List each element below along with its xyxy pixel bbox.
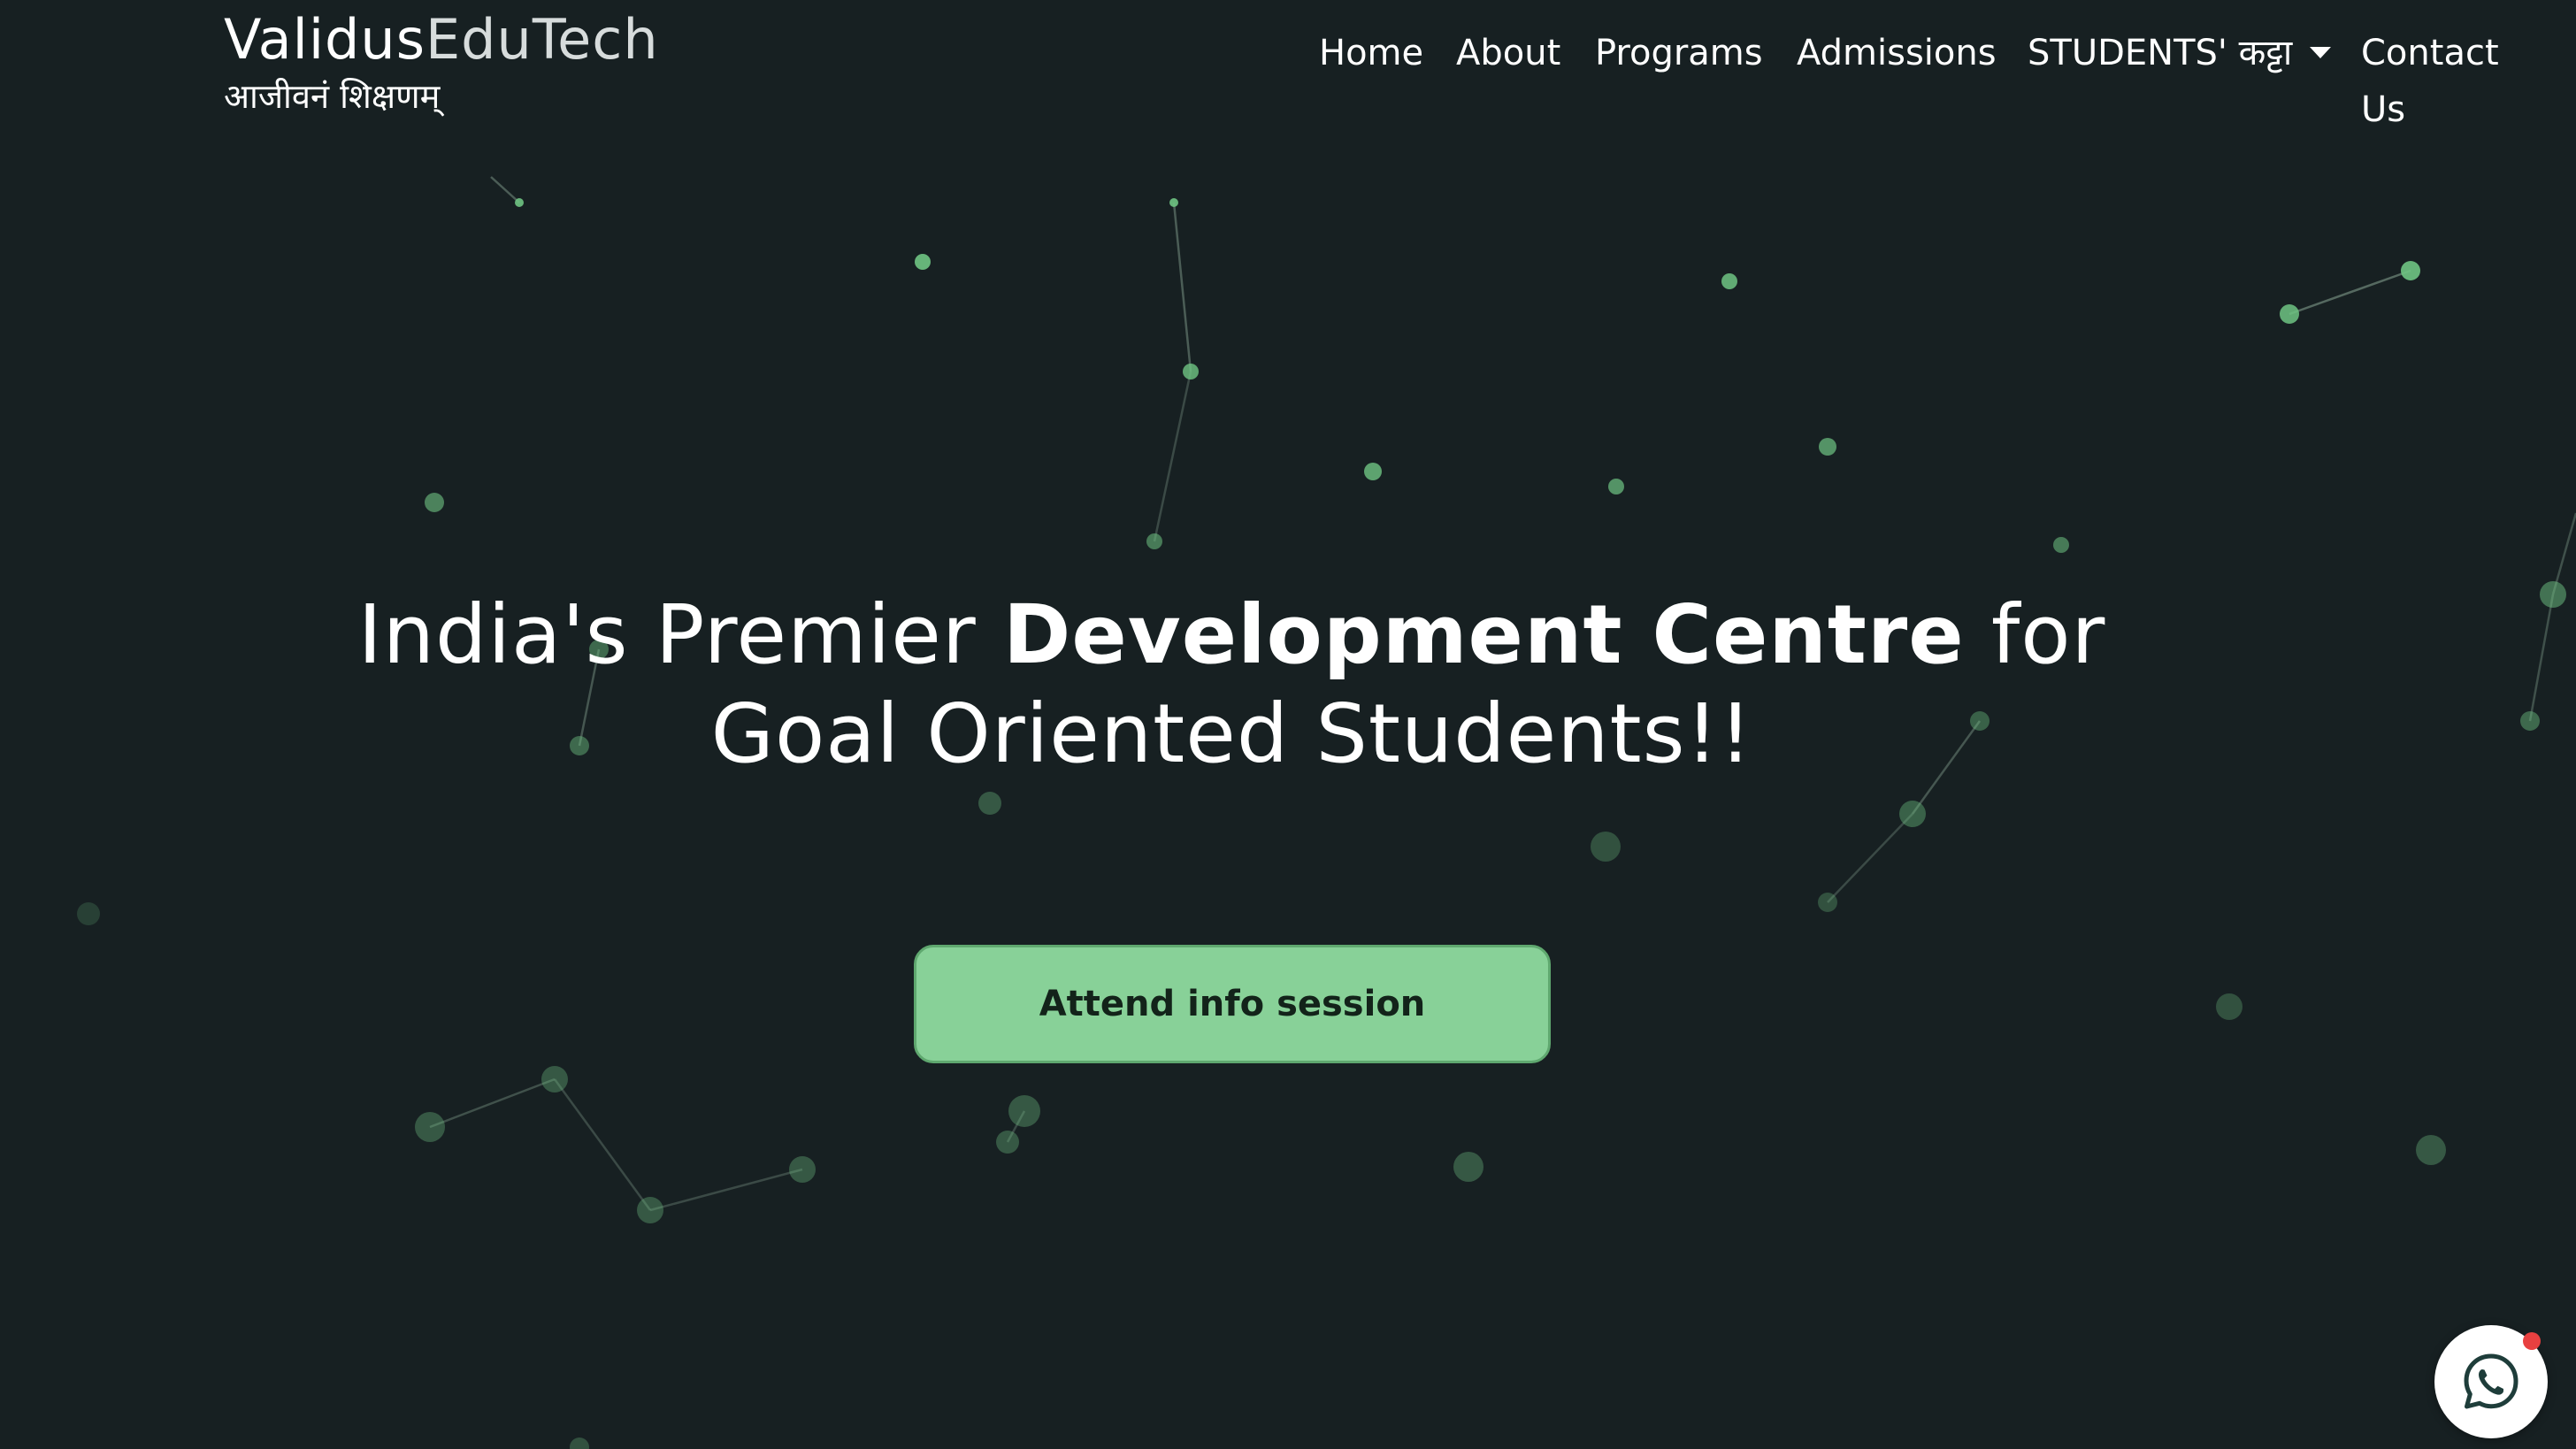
- nav-programs[interactable]: Programs: [1595, 25, 1763, 81]
- hero-title-part2: for: [1964, 586, 2106, 682]
- particle-dot: [637, 1197, 663, 1223]
- particle-dot: [2053, 537, 2069, 553]
- particle-link: [490, 176, 520, 203]
- main-nav: Home About Programs Admissions STUDENTS'…: [1307, 25, 2528, 149]
- particle-dot: [1453, 1152, 1484, 1182]
- hero-title: India's Premier Development Centre for G…: [0, 586, 2464, 784]
- particle-dot: [789, 1156, 816, 1183]
- particle-dot: [570, 1438, 589, 1449]
- particle-link: [429, 1077, 556, 1129]
- nav-admissions[interactable]: Admissions: [1797, 25, 1997, 81]
- particle-dot: [415, 1112, 445, 1142]
- particle-dot: [978, 792, 1001, 815]
- particle-link: [649, 1168, 803, 1212]
- particle-dot: [1008, 1095, 1040, 1127]
- particle-dot: [2540, 581, 2566, 608]
- caret-down-icon: [2310, 46, 2332, 58]
- particle-link: [1827, 813, 1913, 903]
- particle-dot: [2216, 993, 2242, 1020]
- particle-link: [1172, 202, 1192, 372]
- particle-link: [553, 1078, 652, 1211]
- site-logo[interactable]: ValidusEduTech आजीवनं शिक्षणम्: [224, 7, 659, 117]
- whatsapp-chat-button[interactable]: [2434, 1325, 2548, 1438]
- hero-title-bold: Development Centre: [1002, 586, 1965, 682]
- nav-students-katta-label: STUDENTS' कट्टा: [2028, 33, 2293, 73]
- nav-contact-label-line2: Us: [2361, 89, 2406, 130]
- particle-dot: [996, 1131, 1019, 1154]
- particle-dot: [1364, 463, 1382, 480]
- particle-dot: [915, 254, 931, 270]
- particle-dot: [515, 198, 524, 207]
- particle-dot: [1819, 438, 1836, 456]
- attend-info-session-button[interactable]: Attend info session: [914, 945, 1551, 1063]
- hero-title-part1: India's Premier: [357, 586, 1003, 682]
- particle-link: [2528, 594, 2555, 722]
- particle-dot: [1608, 479, 1624, 494]
- particle-link: [2288, 269, 2411, 316]
- particle-dot: [2401, 261, 2420, 280]
- notification-dot: [2523, 1332, 2541, 1350]
- brand-name-primary: Validus: [224, 7, 426, 72]
- hero-title-line2: Goal Oriented Students!!: [710, 686, 1753, 781]
- particle-dot: [1146, 533, 1162, 549]
- nav-home[interactable]: Home: [1319, 25, 1423, 81]
- particle-dot: [2416, 1135, 2446, 1165]
- nav-about[interactable]: About: [1456, 25, 1560, 81]
- particle-dot: [1818, 893, 1837, 912]
- particle-dot: [1721, 273, 1737, 289]
- particle-dot: [425, 493, 444, 512]
- particle-dot: [2520, 711, 2540, 731]
- nav-contact-label: Contact: [2361, 33, 2499, 73]
- nav-contact[interactable]: Contact Us: [2361, 25, 2499, 138]
- particle-dot: [2280, 304, 2299, 324]
- particle-dot: [1591, 832, 1621, 862]
- brand-tagline: आजीवनं शिक्षणम्: [224, 77, 441, 116]
- particle-dot: [1183, 364, 1199, 380]
- particle-dot: [77, 902, 100, 925]
- nav-students-katta[interactable]: STUDENTS' कट्टा: [2028, 25, 2332, 81]
- whatsapp-icon: [2464, 1353, 2518, 1409]
- particle-dot: [1169, 198, 1178, 207]
- particle-link: [1153, 371, 1192, 542]
- brand-name-secondary: EduTech: [426, 7, 659, 72]
- brand-name: ValidusEduTech: [224, 7, 659, 73]
- particle-dot: [1899, 801, 1926, 827]
- particle-dot: [541, 1066, 568, 1092]
